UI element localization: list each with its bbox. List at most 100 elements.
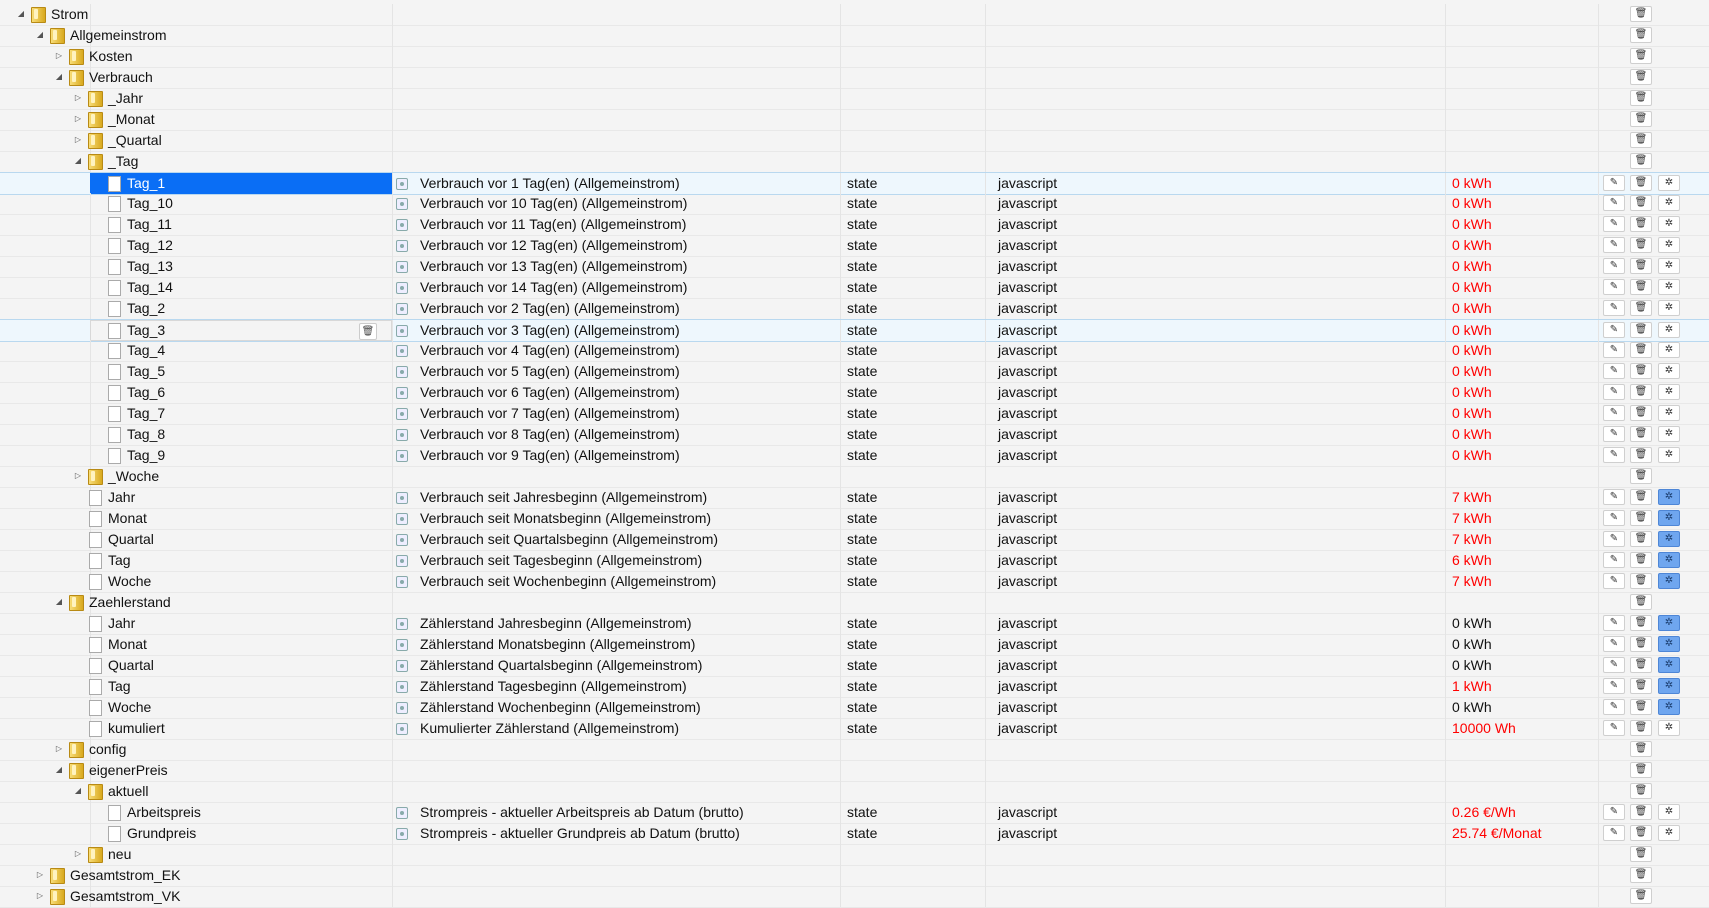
- edit-button[interactable]: ✎: [1603, 531, 1625, 547]
- custom-settings-button[interactable]: ✲: [1658, 195, 1680, 211]
- tree-item-name[interactable]: Tag_13: [127, 258, 173, 274]
- tree-item-name[interactable]: _Woche: [108, 468, 159, 484]
- delete-button[interactable]: 🗑: [1630, 111, 1652, 127]
- delete-button[interactable]: 🗑: [1630, 699, 1652, 715]
- inline-trash-icon[interactable]: 🗑: [359, 323, 377, 340]
- delete-button[interactable]: 🗑: [1630, 867, 1652, 883]
- tree-folder-row[interactable]: ◢ Strom 🗑: [0, 4, 1709, 26]
- edit-button[interactable]: ✎: [1603, 699, 1625, 715]
- tree-folder-row[interactable]: ◢ Allgemeinstrom 🗑: [0, 25, 1709, 47]
- tree-state-row[interactable]: Tag_5 Verbrauch vor 5 Tag(en) (Allgemeins…: [0, 361, 1709, 383]
- tree-state-row[interactable]: Tag Verbrauch seit Tagesbeginn (Allgemein…: [0, 550, 1709, 572]
- custom-settings-button[interactable]: ✲: [1658, 405, 1680, 421]
- delete-button[interactable]: 🗑: [1630, 300, 1652, 316]
- tree-item-name[interactable]: Tag_5: [127, 363, 165, 379]
- tree-item-name[interactable]: Gesamtstrom_EK: [70, 867, 180, 883]
- tree-item-name[interactable]: Tag_11: [127, 216, 172, 232]
- tree-state-row[interactable]: Grundpreis Strompreis - aktueller Grundpr…: [0, 823, 1709, 845]
- delete-button[interactable]: 🗑: [1630, 657, 1652, 673]
- state-value[interactable]: 0 kWh: [1452, 300, 1492, 316]
- edit-button[interactable]: ✎: [1603, 678, 1625, 694]
- custom-settings-button[interactable]: ✲: [1658, 279, 1680, 295]
- delete-button[interactable]: 🗑: [1630, 888, 1652, 904]
- tree-folder-row[interactable]: ◢ Zaehlerstand 🗑: [0, 592, 1709, 614]
- tree-folder-row[interactable]: ◢ _Tag 🗑: [0, 151, 1709, 173]
- delete-button[interactable]: 🗑: [1630, 510, 1652, 526]
- delete-button[interactable]: 🗑: [1630, 405, 1652, 421]
- tree-state-row[interactable]: Tag_7 Verbrauch vor 7 Tag(en) (Allgemeins…: [0, 403, 1709, 425]
- state-value[interactable]: 7 kWh: [1452, 573, 1492, 589]
- tree-state-row[interactable]: Tag Zählerstand Tagesbeginn (Allgemeinstr…: [0, 676, 1709, 698]
- state-value[interactable]: 0 kWh: [1452, 615, 1492, 631]
- custom-settings-button[interactable]: ✲: [1658, 699, 1680, 715]
- edit-button[interactable]: ✎: [1603, 804, 1625, 820]
- collapse-toggle-icon[interactable]: ◢: [54, 765, 64, 775]
- edit-button[interactable]: ✎: [1603, 300, 1625, 316]
- state-value[interactable]: 6 kWh: [1452, 552, 1492, 568]
- tree-item-name[interactable]: Tag_3: [127, 322, 165, 338]
- tree-item-name[interactable]: Jahr: [108, 489, 135, 505]
- tree-state-row[interactable]: Tag_3 🗑 Verbrauch vor 3 Tag(en) (Allgemein…: [0, 319, 1709, 342]
- tree-item-name[interactable]: aktuell: [108, 783, 148, 799]
- edit-button[interactable]: ✎: [1603, 342, 1625, 358]
- tree-state-row[interactable]: Tag_2 Verbrauch vor 2 Tag(en) (Allgemeins…: [0, 298, 1709, 320]
- delete-button[interactable]: 🗑: [1630, 69, 1652, 85]
- state-value[interactable]: 0 kWh: [1452, 657, 1492, 673]
- custom-settings-button[interactable]: ✲: [1658, 825, 1680, 841]
- custom-settings-button[interactable]: ✲: [1658, 804, 1680, 820]
- tree-state-row[interactable]: Jahr Verbrauch seit Jahresbeginn (Allgeme…: [0, 487, 1709, 509]
- tree-folder-row[interactable]: ▷ Gesamtstrom_VK 🗑: [0, 886, 1709, 908]
- state-value[interactable]: 0 kWh: [1452, 384, 1492, 400]
- tree-state-row[interactable]: Quartal Zählerstand Quartalsbeginn (Allge…: [0, 655, 1709, 677]
- edit-button[interactable]: ✎: [1603, 279, 1625, 295]
- tree-item-name[interactable]: Zaehlerstand: [89, 594, 171, 610]
- custom-settings-button[interactable]: ✲: [1658, 426, 1680, 442]
- tree-item-name[interactable]: Tag_12: [127, 237, 173, 253]
- tree-item-name[interactable]: Strom: [51, 6, 88, 22]
- tree-item-name[interactable]: Kosten: [89, 48, 133, 64]
- delete-button[interactable]: 🗑: [1630, 279, 1652, 295]
- tree-folder-row[interactable]: ▷ _Quartal 🗑: [0, 130, 1709, 152]
- tree-item-name[interactable]: _Tag: [108, 153, 138, 169]
- custom-settings-button[interactable]: ✲: [1658, 384, 1680, 400]
- tree-item-name[interactable]: _Jahr: [108, 90, 143, 106]
- tree-folder-row[interactable]: ◢ Verbrauch 🗑: [0, 67, 1709, 89]
- delete-button[interactable]: 🗑: [1630, 27, 1652, 43]
- state-value[interactable]: 0 kWh: [1452, 258, 1492, 274]
- tree-state-row[interactable]: Tag_9 Verbrauch vor 9 Tag(en) (Allgemeins…: [0, 445, 1709, 467]
- expand-toggle-icon[interactable]: ▷: [54, 51, 64, 61]
- collapse-toggle-icon[interactable]: ◢: [35, 30, 45, 40]
- tree-item-name[interactable]: Allgemeinstrom: [70, 27, 166, 43]
- expand-toggle-icon[interactable]: ▷: [73, 135, 83, 145]
- delete-button[interactable]: 🗑: [1630, 594, 1652, 610]
- tree-item-name[interactable]: Tag: [108, 678, 131, 694]
- state-value[interactable]: 1 kWh: [1452, 678, 1492, 694]
- tree-item-name[interactable]: Woche: [108, 573, 151, 589]
- tree-folder-row[interactable]: ▷ _Woche 🗑: [0, 466, 1709, 488]
- delete-button[interactable]: 🗑: [1630, 573, 1652, 589]
- delete-button[interactable]: 🗑: [1630, 258, 1652, 274]
- tree-folder-row[interactable]: ▷ Gesamtstrom_EK 🗑: [0, 865, 1709, 887]
- delete-button[interactable]: 🗑: [1630, 342, 1652, 358]
- state-value[interactable]: 0 kWh: [1452, 426, 1492, 442]
- edit-button[interactable]: ✎: [1603, 636, 1625, 652]
- delete-button[interactable]: 🗑: [1630, 426, 1652, 442]
- tree-item-name[interactable]: _Monat: [108, 111, 155, 127]
- state-value[interactable]: 0 kWh: [1452, 279, 1492, 295]
- custom-settings-button[interactable]: ✲: [1658, 216, 1680, 232]
- tree-item-name[interactable]: Tag: [108, 552, 131, 568]
- tree-item-name[interactable]: Tag_1: [127, 175, 165, 191]
- edit-button[interactable]: ✎: [1603, 720, 1625, 736]
- edit-button[interactable]: ✎: [1603, 384, 1625, 400]
- tree-item-name[interactable]: Monat: [108, 510, 147, 526]
- edit-button[interactable]: ✎: [1603, 510, 1625, 526]
- delete-button[interactable]: 🗑: [1630, 6, 1652, 22]
- tree-item-name[interactable]: Tag_14: [127, 279, 173, 295]
- expand-toggle-icon[interactable]: ▷: [73, 849, 83, 859]
- edit-button[interactable]: ✎: [1603, 405, 1625, 421]
- tree-folder-row[interactable]: ▷ _Jahr 🗑: [0, 88, 1709, 110]
- tree-state-row[interactable]: Jahr Zählerstand Jahresbeginn (Allgemeins…: [0, 613, 1709, 635]
- custom-settings-button[interactable]: ✲: [1658, 657, 1680, 673]
- edit-button[interactable]: ✎: [1603, 615, 1625, 631]
- custom-settings-button[interactable]: ✲: [1658, 636, 1680, 652]
